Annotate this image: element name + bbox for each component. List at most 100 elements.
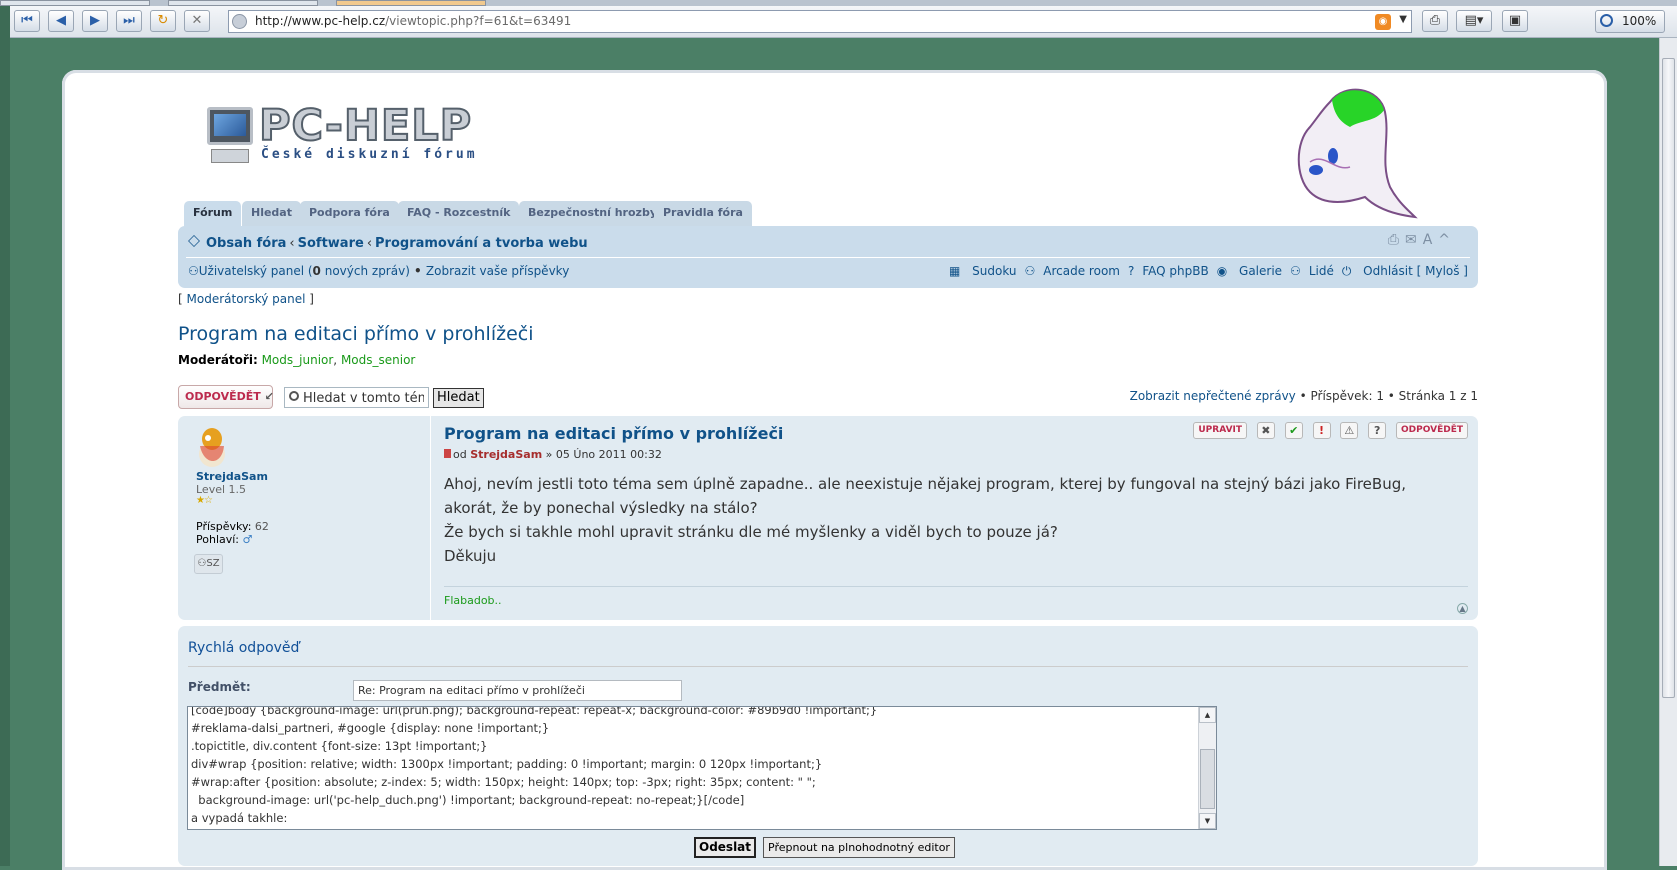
chevron-down-icon[interactable]: ▼ [1399, 14, 1407, 25]
approve-icon[interactable]: ✔ [1284, 422, 1303, 439]
quick-reply-title: Rychlá odpověď [188, 640, 300, 656]
post-count: Příspěvky: 62 [196, 520, 269, 533]
textarea-scroll-thumb[interactable] [1200, 749, 1215, 809]
sudoku-link[interactable]: ▦ Sudoku [949, 264, 1017, 278]
print-icon[interactable]: ⎙ [1388, 232, 1405, 248]
page-icon[interactable]: ▤▾ [1456, 10, 1492, 32]
send-button[interactable]: Odeslat [694, 837, 757, 858]
user-links: ⚇Uživatelský panel (0 nových zpráv) • Zo… [188, 264, 570, 278]
page-scrollbar[interactable] [1659, 38, 1677, 866]
byline-author[interactable]: StrejdaSam [470, 448, 542, 461]
post-byline: od StrejdaSam » 05 Úno 2011 00:32 [444, 448, 662, 461]
moderator-panel-link[interactable]: Moderátorský panel [187, 292, 306, 306]
site-logo[interactable]: PC-HELP České diskuzní fórum [207, 100, 507, 170]
browser-toolbar: ⏮ ◀ ▶ ⏭ ↻ ✕ http://www.pc-help.cz/viewto… [10, 6, 1677, 38]
post-icon [444, 449, 451, 458]
post-content: Ahoj, nevím jestli toto téma sem úplně z… [444, 475, 1406, 565]
back-to-top-icon[interactable]: ▲ [1457, 603, 1468, 614]
delete-icon[interactable]: ✖ [1256, 422, 1275, 439]
post-author[interactable]: StrejdaSam [196, 470, 268, 483]
site-icon [232, 14, 247, 29]
breadcrumb-software[interactable]: Software [298, 236, 364, 251]
warn-icon[interactable]: ! [1312, 422, 1331, 439]
forward-icon[interactable]: ▶ [82, 10, 108, 32]
tab-security[interactable]: Bezpečnostní hrozby [519, 201, 666, 226]
computer-icon [207, 107, 253, 145]
zoom-value: 100% [1622, 14, 1657, 28]
reply-button[interactable]: ODPOVĚDĚT ↙ [178, 385, 274, 409]
last-icon[interactable]: ⏭ [116, 10, 142, 32]
moderators: Moderátoři: Mods_junior, Mods_senior [178, 353, 416, 367]
pagination: Zobrazit nepřečtené zprávy • Příspěvek: … [1129, 389, 1478, 403]
rss-icon[interactable]: ◉ [1375, 14, 1391, 30]
unread-link[interactable]: Zobrazit nepřečtené zprávy [1130, 389, 1296, 403]
navbar: Obsah fóra ‹ Software ‹ Programování a tvorb… [178, 226, 1478, 288]
page-title[interactable]: Program na editaci přímo v prohlížeči [178, 323, 534, 345]
reload-icon[interactable]: ↻ [150, 10, 176, 32]
scrollbar-thumb[interactable] [1662, 58, 1675, 698]
members-link[interactable]: ⚇ Lidé [1290, 264, 1334, 278]
search-icon [289, 391, 299, 401]
logout-link[interactable]: ⏻ Odhlásit [ Myloš ] [1342, 264, 1468, 278]
home-icon [188, 235, 200, 247]
quick-reply: Rychlá odpověď Předmět: [code]body {back… [178, 626, 1478, 866]
user-icon: ⚇ [188, 264, 199, 278]
quick-links: ▦ Sudoku ⚇ Arcade room ? FAQ phpBB ◉ Galerie ⚇… [941, 264, 1468, 279]
post-profile: StrejdaSam Level 1.5 ★☆ Příspěvky: 62 Po… [178, 416, 431, 620]
print-icon[interactable]: ⎙ [1422, 10, 1448, 32]
tab-rules[interactable]: Pravidla fóra [654, 201, 752, 226]
textarea-scrollbar[interactable]: ▲ ▼ [1198, 707, 1216, 829]
male-icon: ♂ [242, 533, 253, 546]
post-title[interactable]: Program na editaci přímo v prohlížeči [444, 424, 783, 443]
full-editor-button[interactable]: Přepnout na plnohodnotný editor [763, 837, 955, 858]
breadcrumb-home[interactable]: Obsah fóra [206, 236, 286, 251]
own-posts-link[interactable]: Zobrazit vaše příspěvky [426, 264, 569, 278]
subject-input[interactable] [353, 680, 682, 701]
rank-stars-icon: ★☆ [196, 495, 213, 506]
scroll-up-icon[interactable]: ▲ [1199, 707, 1216, 723]
report-icon[interactable]: ⚠ [1340, 422, 1359, 439]
stop-icon[interactable]: ✕ [184, 10, 210, 32]
ghost-mascot-icon [1297, 88, 1418, 219]
search-button[interactable]: Hledat [433, 388, 484, 408]
tab-search[interactable]: Hledat [242, 201, 301, 226]
avatar[interactable] [196, 426, 228, 468]
tab-forum[interactable]: Fórum [184, 201, 242, 227]
faq-link[interactable]: ? FAQ phpBB [1128, 264, 1209, 278]
logo-subtitle: České diskuzní fórum [261, 147, 478, 162]
message-textarea[interactable]: [code]body {background-image: url(pruh.p… [187, 706, 1217, 830]
moderator-link[interactable]: Mods_junior [262, 353, 334, 367]
gender: Pohlaví: ♂ [196, 533, 253, 546]
zoom-icon [1600, 14, 1613, 27]
zoom-control[interactable]: 100% [1595, 10, 1665, 33]
address-bar[interactable]: http://www.pc-help.cz/viewtopic.php?f=61… [228, 10, 1412, 33]
moderator-panel: [ Moderátorský panel ] [178, 292, 314, 306]
font-size-icon[interactable]: A^ [1423, 232, 1456, 248]
post-actions: UPRAVIT ✖ ✔ ! ⚠ ? ODPOVĚDĚT [1187, 422, 1468, 440]
window-edge [0, 6, 10, 866]
breadcrumb-programming[interactable]: Programování a tvorba webu [375, 236, 588, 251]
moderator-link[interactable]: Mods_senior [341, 353, 415, 367]
message-text: [code]body {background-image: url(pruh.p… [191, 706, 878, 825]
first-icon[interactable]: ⏮ [14, 10, 40, 32]
edit-button[interactable]: UPRAVIT [1193, 422, 1248, 439]
gallery-link[interactable]: ◉ Galerie [1217, 264, 1282, 278]
info-icon[interactable]: ? [1368, 422, 1387, 439]
logo-title: PC-HELP [258, 100, 473, 152]
tab-support[interactable]: Podpora fóra [300, 201, 399, 226]
scroll-down-icon[interactable]: ▼ [1199, 813, 1216, 829]
breadcrumb: Obsah fóra ‹ Software ‹ Programování a tvorb… [188, 235, 588, 251]
arcade-link[interactable]: ⚇ Arcade room [1025, 264, 1120, 278]
back-icon[interactable]: ◀ [48, 10, 74, 32]
picture-icon[interactable]: ▣ [1502, 10, 1528, 32]
signature: Flabadob.. [444, 594, 502, 607]
post: StrejdaSam Level 1.5 ★☆ Příspěvky: 62 Po… [178, 416, 1478, 620]
private-message-button[interactable]: ⚇SZ [194, 554, 223, 574]
email-icon[interactable]: ✉ [1405, 232, 1423, 248]
topic-search-input[interactable] [284, 387, 429, 408]
quote-button[interactable]: ODPOVĚDĚT [1396, 422, 1468, 439]
tab-faq[interactable]: FAQ - Rozcestník [398, 201, 520, 226]
user-panel-link[interactable]: ⚇Uživatelský panel (0 nových zpráv) [188, 264, 410, 278]
subject-label: Předmět: [188, 680, 251, 694]
page-tools: ⎙✉A^ [1388, 232, 1456, 248]
